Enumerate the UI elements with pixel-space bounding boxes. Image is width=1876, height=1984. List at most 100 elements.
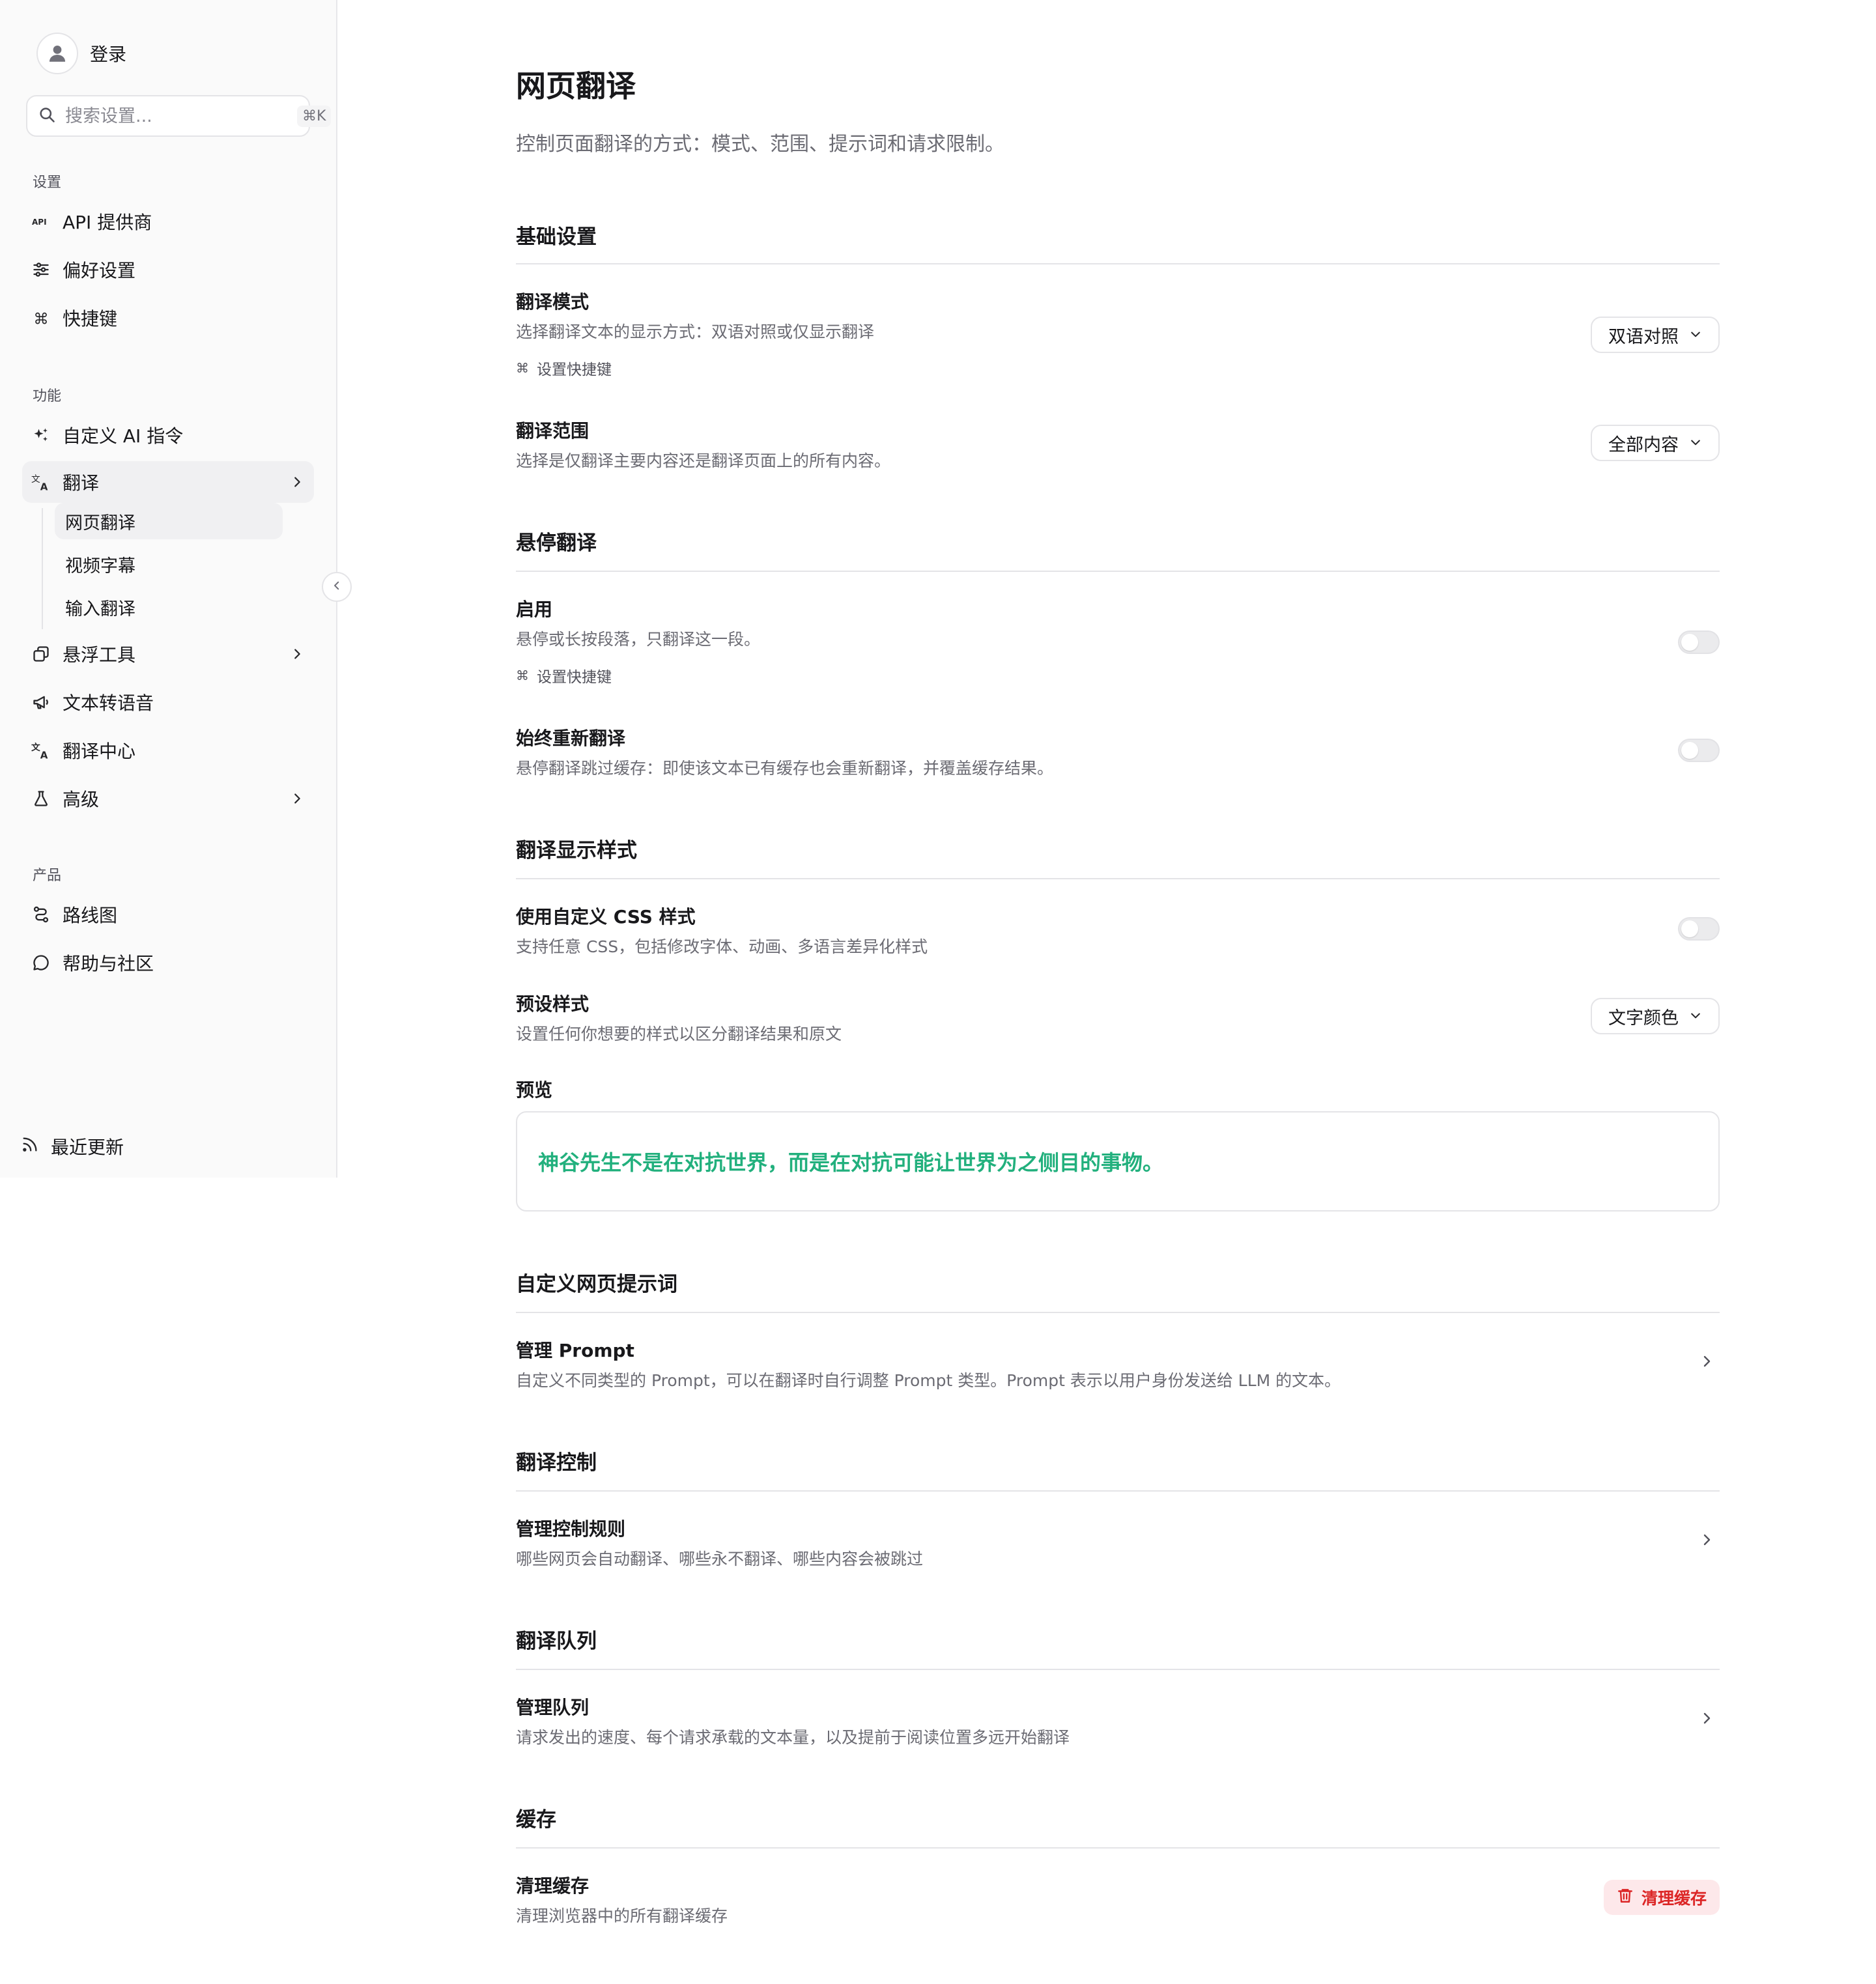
setting-desc-mode: 选择翻译文本的显示方式：双语对照或仅显示翻译 bbox=[516, 322, 875, 341]
svg-text:API: API bbox=[32, 218, 47, 227]
setting-desc-custom-css: 支持任意 CSS，包括修改字体、动画、多语言差异化样式 bbox=[516, 937, 928, 956]
login-button[interactable]: 登录 bbox=[36, 31, 126, 76]
svg-text:文: 文 bbox=[31, 474, 40, 485]
language-icon: 文A bbox=[31, 741, 51, 760]
translate-icon: 文A bbox=[31, 472, 51, 492]
svg-text:A: A bbox=[40, 750, 48, 761]
svg-text:A: A bbox=[40, 481, 48, 492]
setting-desc-manage-queue: 请求发出的速度、每个请求承载的文本量，以及提前于阅读位置多远开始翻译 bbox=[516, 1728, 1070, 1747]
preset-style-select[interactable]: 文字颜色 bbox=[1591, 998, 1720, 1034]
setting-desc-clear-cache: 清理浏览器中的所有翻译缓存 bbox=[516, 1906, 728, 1925]
section-title-control: 翻译控制 bbox=[516, 1451, 597, 1475]
preview-label: 预览 bbox=[516, 1079, 553, 1101]
setting-desc-preset: 设置任何你想要的样式以区分翻译结果和原文 bbox=[516, 1025, 842, 1043]
divider bbox=[516, 263, 1720, 264]
setting-title-manage-queue: 管理队列 bbox=[516, 1697, 590, 1718]
sidebar-item-label: 悬浮工具 bbox=[63, 644, 136, 666]
translation-mode-select[interactable]: 双语对照 bbox=[1591, 317, 1720, 353]
setting-title-manage-rules: 管理控制规则 bbox=[516, 1518, 626, 1540]
preview-text: 神谷先生不是在对抗世界，而是在对抗可能让世界为之侧目的事物。 bbox=[538, 1150, 1164, 1175]
svg-text:⌘: ⌘ bbox=[33, 309, 48, 327]
select-value: 双语对照 bbox=[1608, 326, 1679, 347]
group-label-features: 功能 bbox=[33, 388, 62, 404]
section-title-prompt: 自定义网页提示词 bbox=[516, 1273, 677, 1296]
select-value: 文字颜色 bbox=[1608, 1008, 1679, 1028]
user-icon bbox=[36, 33, 78, 74]
always-retranslate-toggle[interactable] bbox=[1678, 739, 1720, 762]
setting-desc-retranslate: 悬停翻译跳过缓存：即使该文本已有缓存也会重新翻译，并覆盖缓存结果。 bbox=[516, 759, 1054, 778]
sidebar-item-advanced[interactable]: 高级 bbox=[22, 778, 314, 819]
setting-title-retranslate: 始终重新翻译 bbox=[516, 728, 626, 749]
sidebar-item-roadmap[interactable]: 路线图 bbox=[22, 894, 314, 935]
chat-bubble-icon bbox=[31, 953, 51, 972]
page-title: 网页翻译 bbox=[516, 68, 636, 104]
recent-updates-link[interactable]: 最近更新 bbox=[21, 1127, 124, 1166]
manage-prompt-chevron-right-icon[interactable] bbox=[1698, 1352, 1716, 1370]
set-shortcut-link-hover[interactable]: ⌘ 设置快捷键 bbox=[516, 664, 612, 687]
sidebar-subitem-video-subtitles[interactable]: 视频字幕 bbox=[55, 546, 283, 582]
sidebar: 登录 ⌘K 设置 API API 提供商 偏好设置 ⌘ 快捷键 功能 自定义 A… bbox=[0, 0, 337, 1178]
sparkles-icon bbox=[31, 425, 51, 445]
sidebar-item-tts[interactable]: 文本转语音 bbox=[22, 681, 314, 723]
sidebar-item-help[interactable]: 帮助与社区 bbox=[22, 942, 314, 984]
chevron-down-icon bbox=[1689, 433, 1702, 453]
divider bbox=[516, 1847, 1720, 1849]
chevron-right-icon bbox=[289, 474, 305, 490]
command-icon: ⌘ bbox=[31, 308, 51, 328]
command-icon: ⌘ bbox=[516, 360, 529, 376]
manage-queue-chevron-right-icon[interactable] bbox=[1698, 1709, 1716, 1727]
sidebar-item-floating-tools[interactable]: 悬浮工具 bbox=[22, 633, 314, 675]
divider bbox=[516, 1669, 1720, 1670]
sidebar-item-translation-hub[interactable]: 文A 翻译中心 bbox=[22, 730, 314, 771]
setting-title-manage-prompt: 管理 Prompt bbox=[516, 1340, 634, 1361]
sidebar-item-translate[interactable]: 文A 翻译 bbox=[22, 461, 314, 503]
trash-icon bbox=[1617, 1887, 1634, 1908]
custom-css-toggle[interactable] bbox=[1678, 917, 1720, 941]
route-icon bbox=[31, 905, 51, 924]
recent-updates-label: 最近更新 bbox=[51, 1137, 124, 1158]
select-value: 全部内容 bbox=[1608, 434, 1679, 455]
setting-desc-manage-prompt: 自定义不同类型的 Prompt，可以在翻译时自行调整 Prompt 类型。Pro… bbox=[516, 1371, 1341, 1390]
sidebar-item-label: 帮助与社区 bbox=[63, 953, 154, 974]
collapse-sidebar-button[interactable] bbox=[322, 572, 352, 602]
chevron-right-icon bbox=[289, 791, 305, 806]
hover-translate-toggle[interactable] bbox=[1678, 631, 1720, 654]
setting-title-range: 翻译范围 bbox=[516, 420, 590, 442]
search-input[interactable] bbox=[65, 106, 288, 126]
divider bbox=[516, 1490, 1720, 1492]
set-shortcut-link-mode[interactable]: ⌘ 设置快捷键 bbox=[516, 357, 612, 379]
section-title-cache: 缓存 bbox=[516, 1808, 556, 1832]
sliders-icon bbox=[31, 260, 51, 279]
sidebar-item-label: 翻译中心 bbox=[63, 741, 136, 762]
clear-cache-button[interactable]: 清理缓存 bbox=[1603, 1880, 1720, 1915]
setting-title-clear-cache: 清理缓存 bbox=[516, 1875, 590, 1897]
svg-text:文: 文 bbox=[31, 742, 40, 753]
sidebar-item-label: 快捷键 bbox=[63, 308, 118, 330]
chevron-down-icon bbox=[1689, 325, 1702, 345]
sidebar-item-label: 自定义 AI 指令 bbox=[63, 425, 184, 447]
sidebar-item-label: 翻译 bbox=[63, 472, 100, 494]
divider bbox=[516, 571, 1720, 572]
sidebar-item-label: 路线图 bbox=[63, 905, 118, 926]
translation-range-select[interactable]: 全部内容 bbox=[1591, 425, 1720, 461]
preview-box: 神谷先生不是在对抗世界，而是在对抗可能让世界为之侧目的事物。 bbox=[516, 1111, 1720, 1212]
sidebar-item-api-provider[interactable]: API API 提供商 bbox=[22, 201, 314, 242]
sidebar-item-shortcuts[interactable]: ⌘ 快捷键 bbox=[22, 297, 314, 339]
divider bbox=[516, 878, 1720, 879]
group-label-settings: 设置 bbox=[33, 175, 62, 191]
sidebar-item-label: 文本转语音 bbox=[63, 692, 154, 714]
sidebar-subitem-input-translation[interactable]: 输入翻译 bbox=[55, 589, 283, 625]
sidebar-item-custom-ai[interactable]: 自定义 AI 指令 bbox=[22, 414, 314, 456]
api-icon: API bbox=[31, 212, 51, 231]
set-shortcut-label: 设置快捷键 bbox=[537, 669, 612, 686]
sidebar-item-preferences[interactable]: 偏好设置 bbox=[22, 249, 314, 291]
manage-rules-chevron-right-icon[interactable] bbox=[1698, 1531, 1716, 1549]
group-label-product: 产品 bbox=[33, 868, 62, 884]
submenu-guide-line bbox=[42, 508, 43, 629]
divider bbox=[516, 1312, 1720, 1313]
search-box[interactable]: ⌘K bbox=[26, 95, 332, 137]
setting-desc-manage-rules: 哪些网页会自动翻译、哪些永不翻译、哪些内容会被跳过 bbox=[516, 1550, 924, 1568]
set-shortcut-label: 设置快捷键 bbox=[537, 361, 612, 378]
clear-cache-label: 清理缓存 bbox=[1641, 1889, 1707, 1908]
sidebar-subitem-webpage[interactable]: 网页翻译 bbox=[55, 503, 283, 539]
